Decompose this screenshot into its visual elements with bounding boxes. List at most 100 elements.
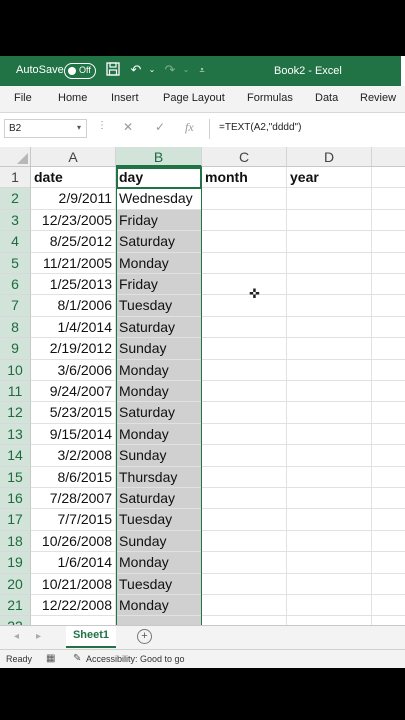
- row-header[interactable]: 7: [0, 295, 31, 317]
- table-cell[interactable]: [202, 573, 287, 595]
- table-cell[interactable]: [372, 445, 405, 467]
- tab-file[interactable]: File: [14, 92, 32, 104]
- table-cell[interactable]: [287, 552, 372, 574]
- day-cell[interactable]: Monday: [116, 359, 202, 381]
- table-cell[interactable]: [287, 402, 372, 424]
- check-icon[interactable]: ✓: [155, 120, 165, 134]
- table-cell[interactable]: [287, 488, 372, 510]
- chevron-down-icon[interactable]: ▾: [77, 123, 81, 132]
- scroll-left-icon[interactable]: ◂: [14, 631, 19, 642]
- day-cell[interactable]: Monday: [116, 381, 202, 403]
- table-cell[interactable]: [287, 509, 372, 531]
- date-cell[interactable]: 8/1/2006: [31, 295, 116, 317]
- day-cell[interactable]: Tuesday: [116, 295, 202, 317]
- table-cell[interactable]: [202, 274, 287, 296]
- row-header[interactable]: 9: [0, 338, 31, 360]
- table-cell[interactable]: [372, 338, 405, 360]
- column-header-c[interactable]: C: [202, 147, 287, 167]
- table-cell[interactable]: [287, 338, 372, 360]
- day-cell[interactable]: Thursday: [116, 466, 202, 488]
- table-cell[interactable]: [287, 295, 372, 317]
- date-cell[interactable]: 8/25/2012: [31, 231, 116, 253]
- day-cell[interactable]: Saturday: [116, 316, 202, 339]
- table-cell[interactable]: [287, 595, 372, 617]
- table-cell[interactable]: [202, 295, 287, 317]
- table-cell[interactable]: [372, 509, 405, 531]
- day-cell[interactable]: Sunday: [116, 530, 202, 553]
- table-cell[interactable]: [372, 616, 405, 625]
- table-cell[interactable]: [202, 252, 287, 274]
- row-header[interactable]: 19: [0, 552, 31, 574]
- column-header-d[interactable]: D: [287, 147, 372, 167]
- row-header[interactable]: 17: [0, 509, 31, 531]
- row-header[interactable]: 20: [0, 573, 31, 595]
- row-header[interactable]: 4: [0, 231, 31, 253]
- date-cell[interactable]: 12/23/2005: [31, 209, 116, 232]
- table-cell[interactable]: [202, 188, 287, 210]
- table-cell[interactable]: [287, 423, 372, 446]
- table-cell[interactable]: [372, 424, 405, 446]
- table-cell[interactable]: [202, 509, 287, 531]
- table-cell[interactable]: [372, 167, 405, 189]
- table-cell[interactable]: [372, 231, 405, 253]
- table-cell[interactable]: [372, 531, 405, 553]
- autosave-toggle[interactable]: Off: [64, 63, 96, 79]
- table-cell[interactable]: [372, 467, 405, 488]
- day-cell[interactable]: Monday: [116, 595, 202, 617]
- table-cell[interactable]: [372, 210, 405, 232]
- table-cell[interactable]: [202, 445, 287, 467]
- header-cell-month[interactable]: month: [202, 167, 287, 189]
- day-cell[interactable]: Friday: [116, 209, 202, 232]
- date-cell[interactable]: 3/2/2008: [31, 445, 116, 467]
- table-cell[interactable]: [372, 274, 405, 296]
- table-cell[interactable]: [372, 552, 405, 574]
- date-cell[interactable]: 10/21/2008: [31, 573, 116, 595]
- row-header[interactable]: 12: [0, 402, 31, 424]
- tab-home[interactable]: Home: [58, 92, 87, 104]
- date-cell[interactable]: 9/15/2014: [31, 423, 116, 446]
- day-cell[interactable]: Saturday: [116, 402, 202, 424]
- sheet-tab-sheet1[interactable]: Sheet1: [66, 626, 116, 648]
- date-cell[interactable]: 3/6/2006: [31, 359, 116, 381]
- table-cell[interactable]: [287, 274, 372, 296]
- table-cell[interactable]: [287, 231, 372, 253]
- table-cell[interactable]: [287, 616, 372, 625]
- undo-icon[interactable]: ↶: [128, 62, 144, 78]
- date-cell[interactable]: 5/23/2015: [31, 402, 116, 424]
- name-box[interactable]: B2 ▾: [4, 119, 87, 138]
- table-cell[interactable]: [202, 423, 287, 446]
- day-cell[interactable]: Sunday: [116, 445, 202, 467]
- table-cell[interactable]: [287, 252, 372, 274]
- table-cell[interactable]: [372, 360, 405, 381]
- cancel-icon[interactable]: ✕: [123, 120, 133, 134]
- accessibility-icon[interactable]: ✎: [73, 653, 81, 664]
- table-cell[interactable]: [287, 466, 372, 488]
- day-cell[interactable]: Sunday: [116, 338, 202, 360]
- table-cell[interactable]: [202, 231, 287, 253]
- table-cell[interactable]: [287, 445, 372, 467]
- tab-formulas[interactable]: Formulas: [247, 92, 293, 104]
- tab-page-layout[interactable]: Page Layout: [163, 92, 225, 104]
- table-cell[interactable]: [287, 530, 372, 553]
- row-header[interactable]: 2: [0, 188, 31, 210]
- undo-dropdown-icon[interactable]: ⌄: [144, 62, 160, 78]
- row-header[interactable]: 22: [0, 616, 31, 625]
- column-header-e[interactable]: [372, 147, 405, 167]
- row-header[interactable]: 11: [0, 381, 31, 403]
- table-cell[interactable]: [202, 338, 287, 360]
- customize-toolbar-icon[interactable]: ⩡: [194, 62, 210, 78]
- table-cell[interactable]: [202, 488, 287, 510]
- date-cell[interactable]: 8/6/2015: [31, 466, 116, 488]
- day-cell[interactable]: [116, 616, 202, 625]
- date-cell[interactable]: 1/4/2014: [31, 316, 116, 339]
- table-cell[interactable]: [372, 595, 405, 617]
- date-cell[interactable]: 12/22/2008: [31, 595, 116, 617]
- date-cell[interactable]: 7/28/2007: [31, 488, 116, 510]
- date-cell[interactable]: 7/7/2015: [31, 509, 116, 531]
- accessibility-status[interactable]: Accessibility: Good to go: [86, 654, 185, 664]
- redo-icon[interactable]: ↷: [162, 62, 178, 78]
- table-cell[interactable]: [202, 381, 287, 403]
- add-sheet-icon[interactable]: +: [137, 629, 152, 644]
- macro-icon[interactable]: ▦: [46, 653, 55, 664]
- tab-review[interactable]: Review: [360, 92, 396, 104]
